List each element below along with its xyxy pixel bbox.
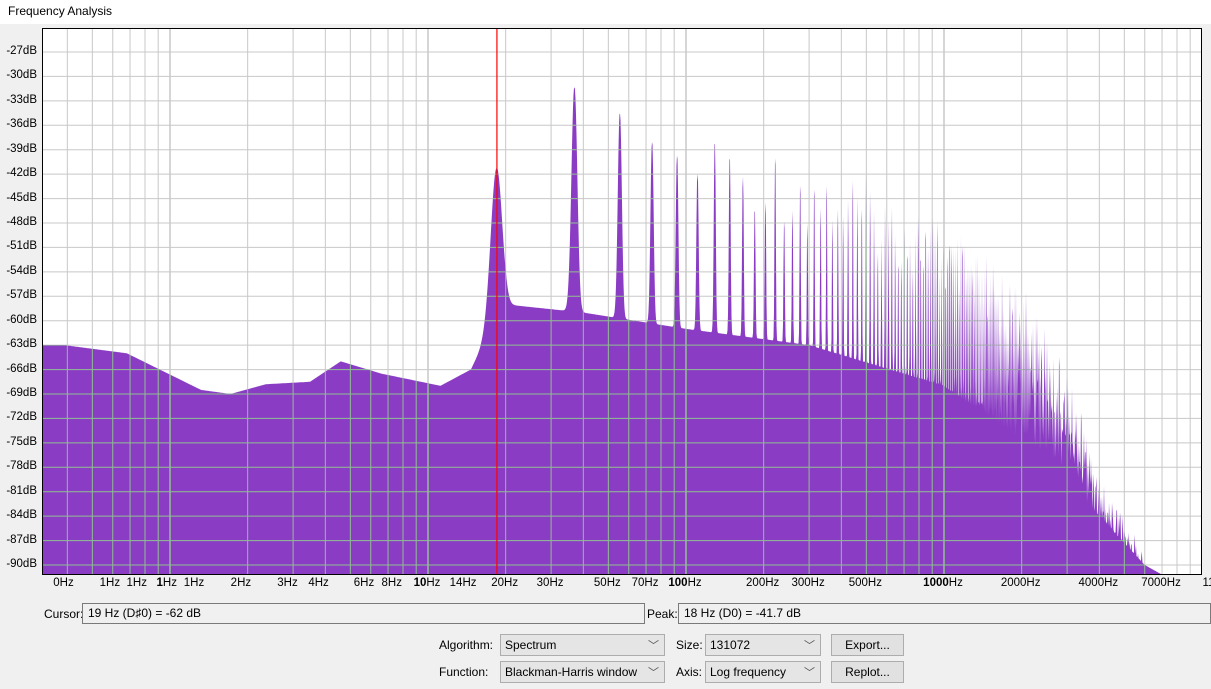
y-tick-label: -42dB: [6, 167, 37, 180]
algorithm-value: Spectrum: [505, 638, 557, 652]
chevron-down-icon: ﹀: [648, 667, 659, 679]
chevron-down-icon: ﹀: [804, 640, 815, 652]
size-label: Size:: [676, 638, 703, 652]
y-tick-label: -36dB: [6, 118, 37, 131]
peak-label: Peak:: [647, 607, 678, 621]
title-bar: Frequency Analysis: [0, 0, 1211, 24]
axis-value: Log frequency: [710, 665, 787, 679]
y-tick-label: -27dB: [6, 45, 37, 57]
chevron-down-icon: ﹀: [804, 667, 815, 679]
x-tick-label: 4Hz: [308, 577, 329, 589]
y-tick-label: -78dB: [6, 460, 37, 473]
y-tick-label: -48dB: [6, 216, 37, 228]
axis-label: Axis:: [676, 665, 703, 679]
x-tick-label: 70Hz: [631, 577, 659, 589]
y-tick-label: -90dB: [6, 558, 37, 570]
export-button[interactable]: Export...: [831, 634, 904, 656]
x-tick-label: 100Hz: [668, 577, 702, 589]
y-tick-label: -54dB: [6, 264, 37, 277]
x-tick-label: 0Hz: [53, 577, 74, 589]
x-tick-label: 110: [1202, 577, 1211, 589]
size-value: 131072: [710, 638, 751, 652]
algorithm-select[interactable]: Spectrum ﹀: [500, 634, 665, 656]
x-tick-label: 3Hz: [277, 577, 298, 589]
x-tick-label: 7000Hz: [1141, 577, 1181, 589]
y-tick-label: -72dB: [6, 411, 37, 424]
x-tick-label: 500Hz: [848, 577, 882, 589]
x-tick-label: 30Hz: [536, 577, 564, 589]
y-tick-label: -39dB: [6, 142, 37, 155]
cursor-field: 19 Hz (D♯0) = -62 dB: [82, 603, 645, 624]
cursor-label: Cursor:: [44, 607, 84, 621]
window-title: Frequency Analysis: [8, 4, 113, 18]
x-tick-label: 20Hz: [491, 577, 519, 589]
x-tick-label: 1000Hz: [923, 577, 963, 589]
x-tick-label: 1Hz: [126, 577, 147, 589]
y-tick-label: -33dB: [6, 93, 37, 106]
function-select[interactable]: Blackman-Harris window ﹀: [500, 661, 665, 683]
y-tick-label: -66dB: [6, 362, 37, 375]
replot-button[interactable]: Replot...: [831, 661, 904, 683]
x-tick-label: 300Hz: [791, 577, 825, 589]
x-tick-label: 10Hz: [413, 577, 441, 589]
x-tick-label: 50Hz: [593, 577, 621, 589]
x-tick-label: 6Hz: [353, 577, 375, 589]
y-tick-label: -81dB: [6, 484, 37, 497]
y-tick-label: -51dB: [6, 240, 37, 253]
y-tick-label: -45dB: [6, 191, 37, 204]
y-tick-label: -69dB: [6, 387, 37, 399]
x-tick-label: 2Hz: [230, 577, 252, 589]
algorithm-label: Algorithm:: [439, 638, 494, 652]
x-tick-label: 14Hz: [449, 577, 477, 589]
y-tick-label: -84dB: [6, 509, 37, 522]
x-tick-label: 1Hz: [183, 577, 205, 589]
x-tick-label: 2000Hz: [1000, 577, 1041, 589]
y-tick-label: -57dB: [6, 289, 37, 302]
chevron-down-icon: ﹀: [648, 640, 659, 652]
x-tick-label: 1Hz: [99, 577, 121, 589]
function-label: Function:: [439, 665, 489, 679]
y-tick-label: -87dB: [6, 533, 37, 546]
function-value: Blackman-Harris window: [505, 665, 638, 679]
x-tick-label: 1Hz: [156, 577, 177, 589]
x-tick-label: 8Hz: [381, 577, 402, 589]
size-select[interactable]: 131072 ﹀: [705, 634, 821, 656]
peak-field: 18 Hz (D0) = -41.7 dB: [678, 603, 1211, 624]
y-tick-label: -75dB: [6, 435, 37, 448]
spectrum-plot[interactable]: [42, 28, 1202, 575]
x-tick-label: 4000Hz: [1078, 577, 1119, 589]
y-tick-label: -30dB: [6, 69, 37, 82]
spectrum-fill: [43, 87, 1201, 575]
y-tick-label: -63dB: [6, 338, 37, 351]
x-tick-label: 200Hz: [746, 577, 780, 589]
axis-select[interactable]: Log frequency ﹀: [705, 661, 821, 683]
y-tick-label: -60dB: [6, 313, 37, 326]
